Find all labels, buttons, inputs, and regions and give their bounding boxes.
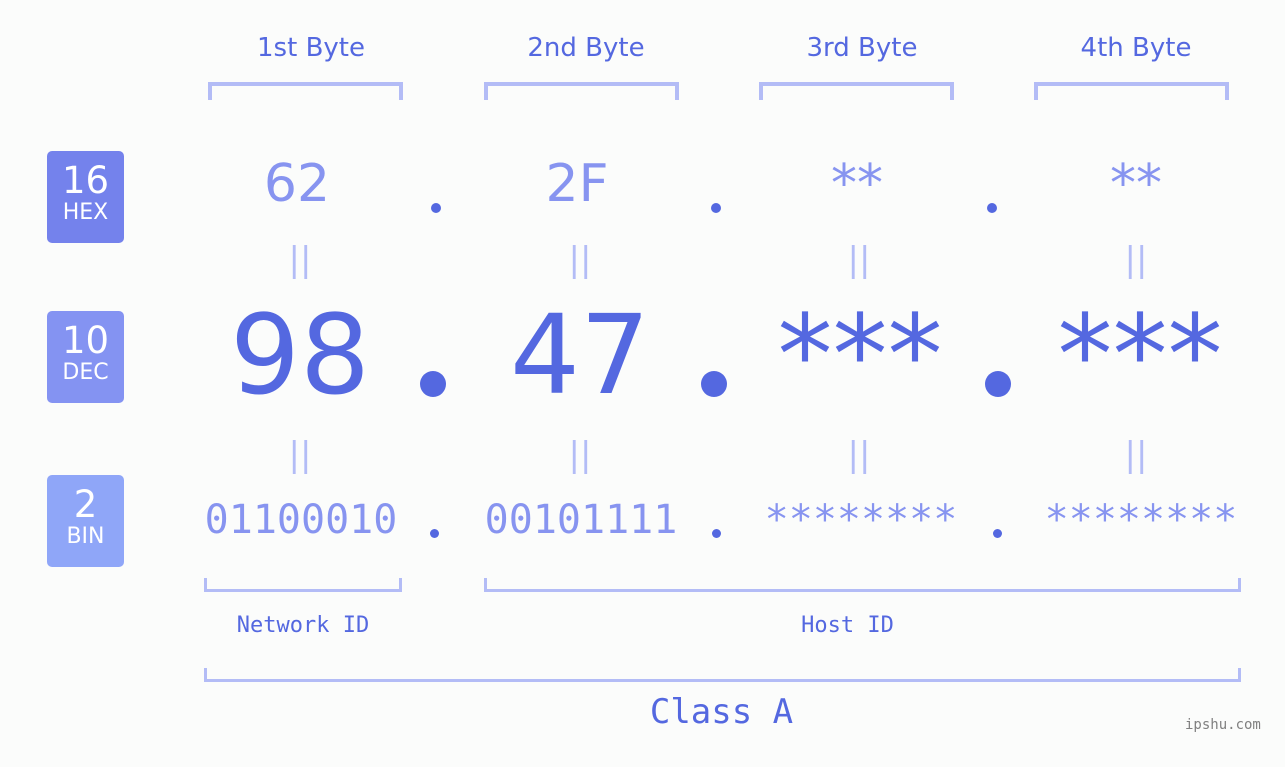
watermark: ipshu.com — [1185, 717, 1261, 733]
dec-base-number: 10 — [61, 319, 110, 362]
bin-dot-2 — [712, 529, 721, 538]
equals-icon: || — [288, 435, 312, 475]
hex-value-2: 2F — [545, 154, 609, 214]
class-bracket — [204, 668, 1241, 682]
dec-base-label: DEC — [62, 360, 109, 385]
hex-badge: 16 HEX — [47, 151, 124, 243]
equals-icon: || — [847, 435, 871, 475]
dec-value-3: *** — [777, 291, 943, 419]
bin-value-3: ******** — [764, 497, 958, 543]
dec-badge: 10 DEC — [47, 311, 124, 403]
byte-bracket-3 — [759, 82, 954, 100]
bin-dot-3 — [993, 529, 1002, 538]
hex-dot-1 — [431, 203, 441, 213]
byte-header-2: 2nd Byte — [527, 33, 645, 63]
bin-value-1: 01100010 — [204, 497, 398, 543]
byte-header-4: 4th Byte — [1080, 33, 1192, 63]
hex-dot-3 — [987, 203, 997, 213]
class-label: Class A — [649, 692, 794, 732]
hex-value-1: 62 — [263, 154, 331, 214]
dec-dot-1 — [420, 371, 446, 397]
dec-dot-2 — [701, 371, 727, 397]
equals-icon: || — [568, 435, 592, 475]
byte-bracket-4 — [1034, 82, 1229, 100]
dec-value-4: *** — [1057, 291, 1223, 419]
equals-icon: || — [847, 240, 871, 280]
network-id-bracket — [204, 578, 402, 592]
byte-header-3: 3rd Byte — [806, 33, 918, 63]
equals-icon: || — [288, 240, 312, 280]
dec-dot-3 — [985, 371, 1011, 397]
byte-header-1: 1st Byte — [257, 33, 365, 63]
equals-icon: || — [1124, 240, 1148, 280]
dec-value-2: 47 — [510, 291, 650, 419]
hex-dot-2 — [711, 203, 721, 213]
hex-value-4: ** — [1110, 154, 1162, 214]
bin-value-4: ******** — [1044, 497, 1238, 543]
bin-badge: 2 BIN — [47, 475, 124, 567]
bin-value-2: 00101111 — [484, 497, 678, 543]
equals-icon: || — [568, 240, 592, 280]
byte-bracket-1 — [208, 82, 403, 100]
hex-base-number: 16 — [61, 159, 110, 202]
network-id-label: Network ID — [236, 613, 370, 638]
host-id-bracket — [484, 578, 1241, 592]
host-id-label: Host ID — [801, 613, 894, 638]
bin-base-label: BIN — [66, 524, 105, 549]
byte-bracket-2 — [484, 82, 679, 100]
equals-icon: || — [1124, 435, 1148, 475]
hex-base-label: HEX — [62, 200, 109, 225]
bin-dot-1 — [430, 529, 439, 538]
dec-value-1: 98 — [230, 291, 370, 419]
bin-base-number: 2 — [73, 483, 98, 526]
hex-value-3: ** — [831, 154, 883, 214]
